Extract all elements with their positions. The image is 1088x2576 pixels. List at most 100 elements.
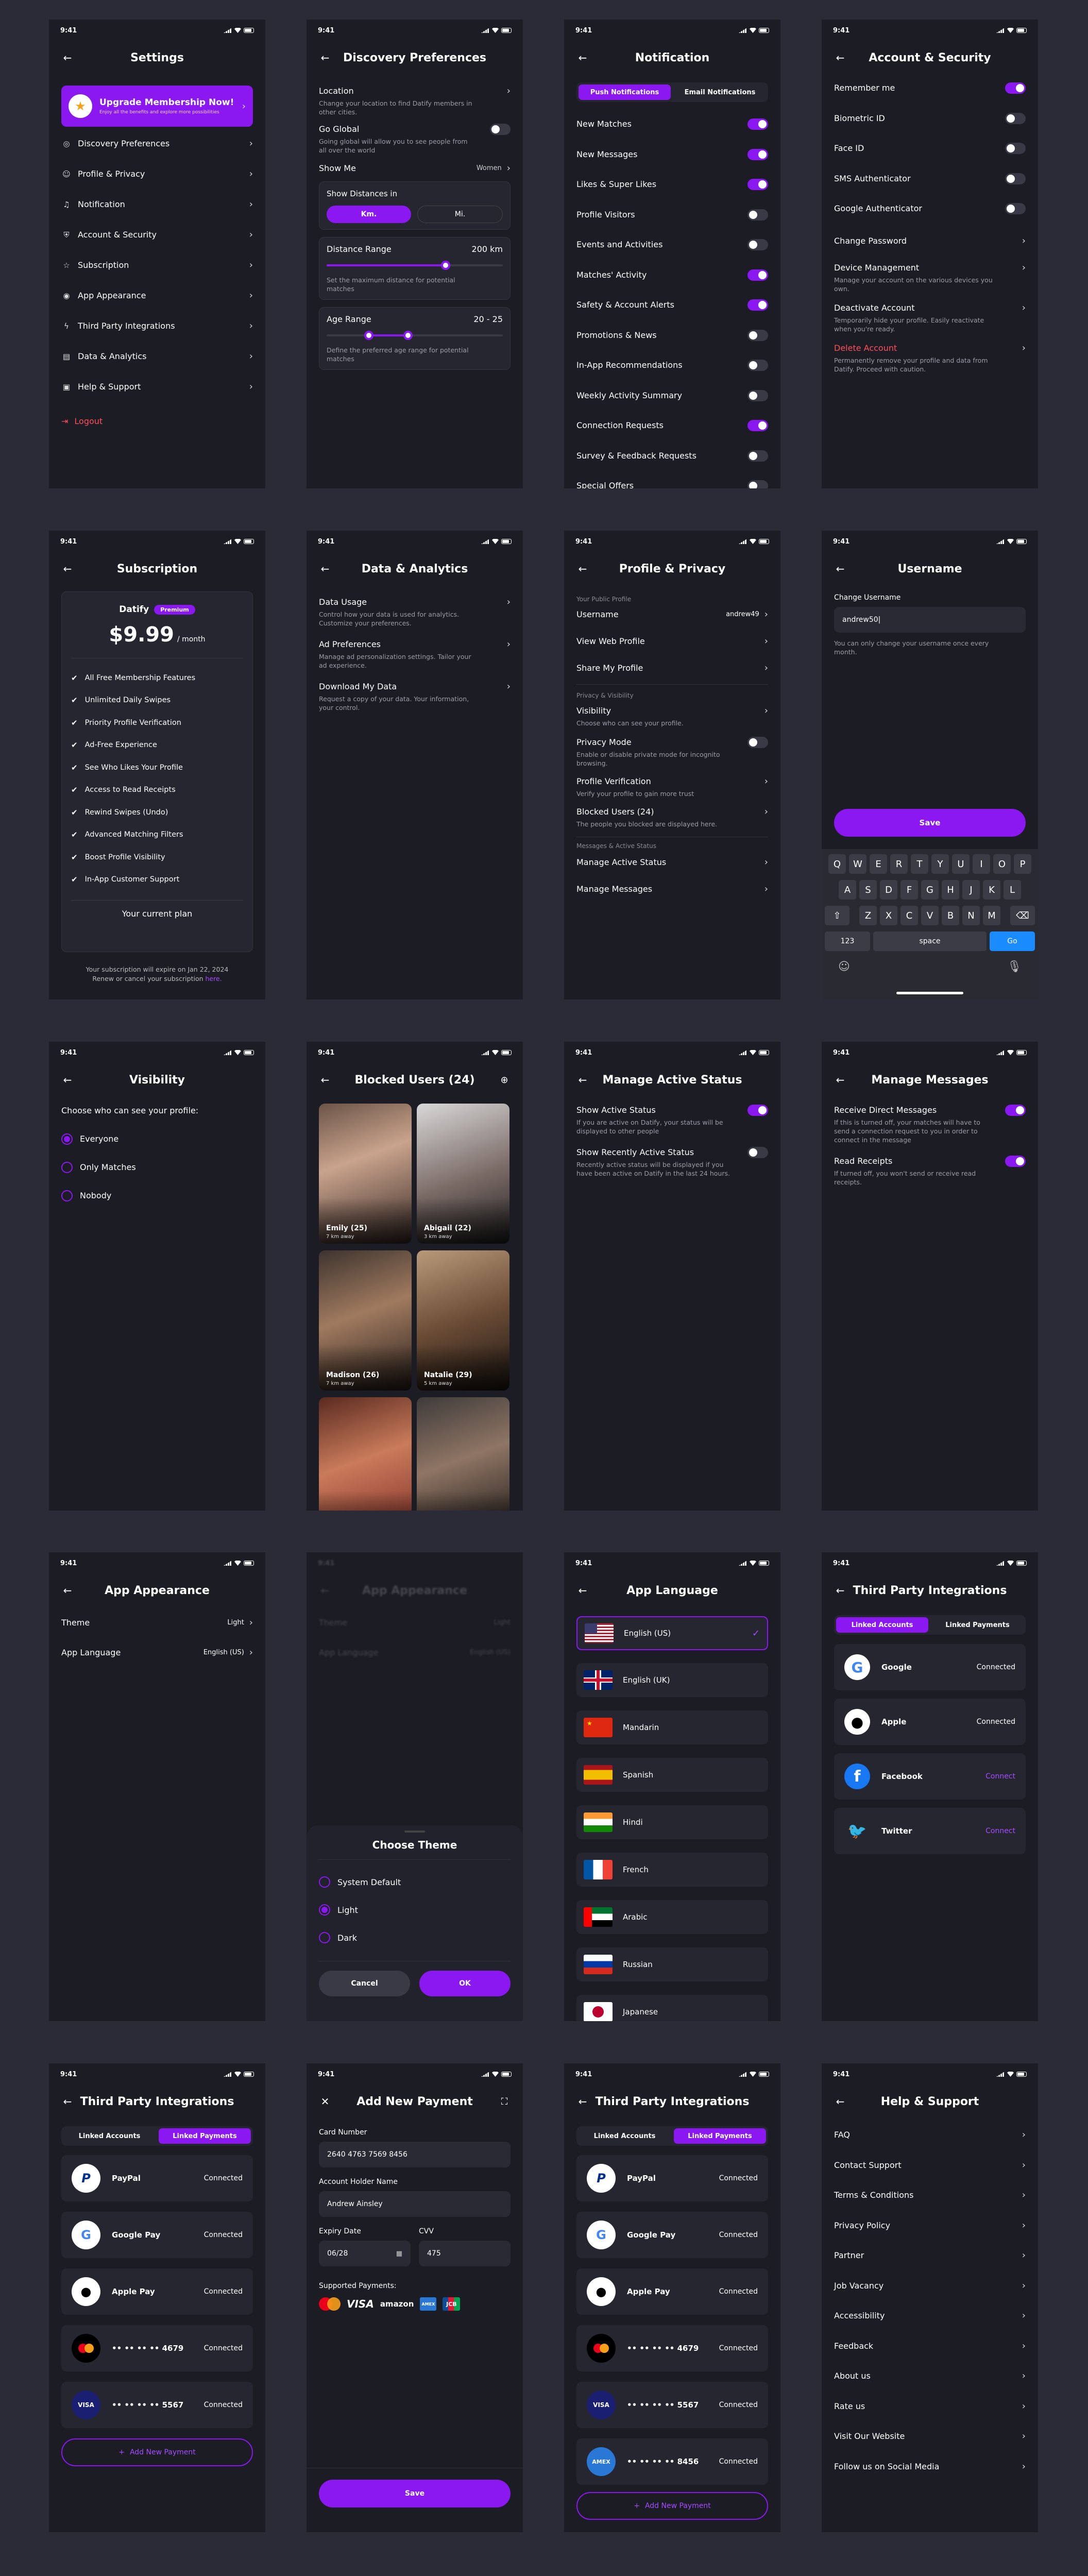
- back-arrow-icon[interactable]: ←: [319, 563, 331, 575]
- key-d[interactable]: D: [880, 880, 897, 900]
- back-arrow-icon[interactable]: ←: [576, 1584, 589, 1597]
- go-global-toggle[interactable]: [490, 124, 511, 135]
- key-x[interactable]: X: [880, 906, 897, 925]
- notification-toggle[interactable]: [747, 209, 768, 221]
- back-arrow-icon[interactable]: ←: [576, 2095, 589, 2108]
- add-user-icon[interactable]: ⊕: [498, 1074, 511, 1086]
- language-option[interactable]: Arabic: [576, 1900, 768, 1934]
- tab-linked-accounts[interactable]: Linked Accounts: [836, 1617, 928, 1633]
- read-receipts-toggle[interactable]: [1005, 1156, 1026, 1167]
- back-arrow-icon[interactable]: ←: [319, 52, 331, 64]
- key-n[interactable]: N: [962, 906, 980, 925]
- back-arrow-icon[interactable]: ←: [61, 2095, 74, 2108]
- back-arrow-icon[interactable]: ←: [834, 52, 846, 64]
- numbers-key[interactable]: 123: [825, 931, 870, 951]
- language-item[interactable]: App Language English (US) ›: [61, 1647, 253, 1658]
- security-toggle[interactable]: [1005, 143, 1026, 154]
- notification-toggle[interactable]: [747, 239, 768, 251]
- back-arrow-icon[interactable]: ←: [834, 1074, 846, 1086]
- username-item[interactable]: Username andrew49 ›: [576, 609, 768, 620]
- help-item[interactable]: FAQ ›: [834, 2129, 1026, 2160]
- settings-item[interactable]: ▤ Data & Analytics ›: [61, 351, 253, 362]
- save-button[interactable]: Save: [834, 809, 1026, 837]
- help-item[interactable]: Rate us ›: [834, 2401, 1026, 2431]
- key-k[interactable]: K: [983, 880, 1000, 900]
- payment-status[interactable]: Connected: [719, 2231, 758, 2239]
- tab-linked-accounts[interactable]: Linked Accounts: [63, 2128, 156, 2144]
- account-status[interactable]: Connected: [977, 1663, 1015, 1671]
- shift-key[interactable]: ⇧: [825, 906, 849, 925]
- notification-toggle[interactable]: [747, 179, 768, 191]
- privacy-mode-toggle[interactable]: [747, 737, 768, 748]
- key-z[interactable]: Z: [859, 906, 877, 925]
- theme-item[interactable]: Theme Light ›: [61, 1617, 253, 1629]
- blocked-user-card[interactable]: Madison (26) 7 km away: [319, 1250, 412, 1391]
- device-management-item[interactable]: Device Management › Manage your account on…: [834, 262, 1026, 293]
- security-toggle[interactable]: [1005, 112, 1026, 124]
- data-item[interactable]: Download My Data › Request a copy of your …: [319, 681, 511, 712]
- help-item[interactable]: About us ›: [834, 2370, 1026, 2401]
- tab-linked-payments[interactable]: Linked Payments: [159, 2128, 251, 2144]
- language-option[interactable]: ★ Mandarin: [576, 1710, 768, 1744]
- settings-item[interactable]: ⛨ Account & Security ›: [61, 229, 253, 241]
- data-item[interactable]: Ad Preferences › Manage ad personalization…: [319, 639, 511, 670]
- notification-toggle[interactable]: [747, 299, 768, 311]
- deactivate-account-item[interactable]: Deactivate Account › Temporarily hide your…: [834, 302, 1026, 333]
- tab-email[interactable]: Email Notifications: [674, 84, 766, 100]
- help-item[interactable]: Contact Support ›: [834, 2160, 1026, 2190]
- change-password-item[interactable]: Change Password ›: [834, 235, 1026, 247]
- manage-messages-item[interactable]: Manage Messages ›: [576, 884, 768, 895]
- back-arrow-icon[interactable]: ←: [576, 1074, 589, 1086]
- profile-verification-item[interactable]: Profile Verification › Verify your profile…: [576, 776, 768, 798]
- visibility-option[interactable]: Everyone: [61, 1125, 253, 1153]
- help-item[interactable]: Feedback ›: [834, 2341, 1026, 2371]
- payment-status[interactable]: Connected: [719, 2287, 758, 2296]
- settings-item[interactable]: ◉ App Appearance ›: [61, 290, 253, 301]
- card-number-input[interactable]: 2640 4763 7569 8456: [319, 2142, 511, 2167]
- key-b[interactable]: B: [942, 906, 959, 925]
- blocked-users-item[interactable]: Blocked Users (24) › The people you blocke…: [576, 806, 768, 828]
- age-slider[interactable]: [327, 330, 503, 341]
- notification-toggle[interactable]: [747, 389, 768, 401]
- theme-option[interactable]: System Default: [319, 1868, 511, 1896]
- payment-status[interactable]: Connected: [719, 2174, 758, 2182]
- scan-card-icon[interactable]: ⛶: [498, 2095, 511, 2108]
- holder-name-input[interactable]: Andrew Ainsley: [319, 2191, 511, 2217]
- backspace-key[interactable]: ⌫: [1010, 906, 1035, 925]
- payment-status[interactable]: Connected: [719, 2458, 758, 2466]
- key-h[interactable]: H: [942, 880, 959, 900]
- expiry-input[interactable]: 06/28 ▦: [319, 2241, 411, 2266]
- username-input[interactable]: andrew50|: [834, 607, 1026, 633]
- show-active-status-toggle[interactable]: [747, 1105, 768, 1116]
- mi-button[interactable]: Mi.: [417, 206, 503, 223]
- settings-item[interactable]: ☺ Profile & Privacy ›: [61, 168, 253, 180]
- help-item[interactable]: Privacy Policy ›: [834, 2220, 1026, 2250]
- key-v[interactable]: V: [921, 906, 939, 925]
- language-option[interactable]: Spanish: [576, 1758, 768, 1792]
- settings-item[interactable]: ▣ Help & Support ›: [61, 381, 253, 393]
- language-option[interactable]: Russian: [576, 1947, 768, 1981]
- language-option[interactable]: French: [576, 1853, 768, 1887]
- key-e[interactable]: E: [870, 854, 887, 874]
- language-option[interactable]: English (US) ✓: [576, 1616, 768, 1650]
- help-item[interactable]: Job Vacancy ›: [834, 2280, 1026, 2311]
- help-item[interactable]: Partner ›: [834, 2250, 1026, 2280]
- radio-button[interactable]: [319, 1876, 330, 1888]
- back-arrow-icon[interactable]: ←: [834, 2095, 846, 2108]
- account-status[interactable]: Connected: [977, 1718, 1015, 1726]
- microphone-icon[interactable]: 🎙: [1007, 960, 1022, 973]
- payment-status[interactable]: Connected: [719, 2401, 758, 2409]
- save-button[interactable]: Save: [319, 2480, 511, 2507]
- key-q[interactable]: Q: [828, 854, 846, 874]
- back-arrow-icon[interactable]: ←: [319, 1074, 331, 1086]
- manage-active-status-item[interactable]: Manage Active Status ›: [576, 857, 768, 868]
- language-option[interactable]: English (UK): [576, 1663, 768, 1697]
- delete-account-item[interactable]: Delete Account › Permanently remove your p…: [834, 343, 1026, 374]
- tab-push[interactable]: Push Notifications: [579, 84, 671, 100]
- notification-toggle[interactable]: [747, 148, 768, 160]
- blocked-user-card[interactable]: [319, 1397, 412, 1511]
- space-key[interactable]: space: [873, 931, 987, 951]
- back-arrow-icon[interactable]: ←: [834, 1584, 846, 1597]
- key-a[interactable]: A: [839, 880, 856, 900]
- language-option[interactable]: Japanese: [576, 1995, 768, 2021]
